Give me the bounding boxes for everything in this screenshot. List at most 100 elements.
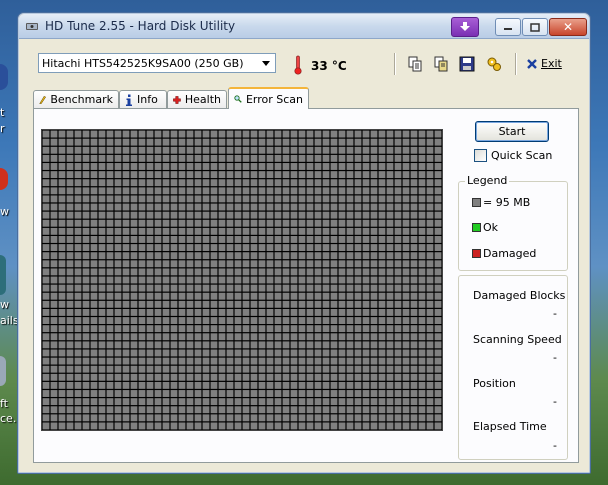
- scan-block: [250, 138, 258, 146]
- scan-block: [234, 300, 242, 308]
- save-button[interactable]: [458, 55, 476, 73]
- scan-block: [410, 390, 418, 397]
- scan-block: [202, 130, 210, 138]
- start-button[interactable]: Start: [475, 121, 549, 142]
- scan-block: [314, 300, 322, 308]
- scan-block: [282, 211, 290, 219]
- app-icon: [26, 23, 38, 30]
- scan-block: [250, 154, 258, 162]
- quick-scan-option[interactable]: Quick Scan: [474, 149, 552, 162]
- scan-block: [362, 260, 370, 268]
- scan-block: [138, 138, 146, 146]
- scan-block: [322, 154, 330, 162]
- scan-block: [130, 268, 138, 276]
- scan-block: [338, 317, 346, 324]
- scan-block: [322, 398, 330, 406]
- scan-block: [138, 130, 146, 138]
- scan-block: [42, 317, 50, 324]
- tab-health[interactable]: Health: [167, 90, 227, 108]
- scan-block: [58, 300, 66, 308]
- scan-block: [114, 398, 122, 406]
- options-button[interactable]: [485, 55, 503, 73]
- scan-block: [274, 414, 282, 422]
- tab-benchmark[interactable]: Benchmark: [33, 90, 119, 108]
- scan-block: [122, 171, 130, 179]
- desktop-icon-green[interactable]: [0, 255, 6, 295]
- scan-block: [98, 398, 106, 406]
- scan-block: [106, 227, 114, 235]
- scan-block: [242, 308, 250, 316]
- desktop-icon-label[interactable]: w: [0, 298, 9, 311]
- scan-block: [178, 390, 186, 397]
- scan-block: [362, 252, 370, 260]
- scan-block: [130, 333, 138, 341]
- scan-block: [282, 187, 290, 195]
- scan-block: [122, 163, 130, 170]
- close-button[interactable]: ✕: [549, 18, 587, 36]
- scan-block: [258, 308, 266, 316]
- scan-block: [146, 398, 154, 406]
- scan-block: [386, 325, 394, 333]
- scan-block: [378, 203, 386, 211]
- scan-block: [154, 276, 162, 284]
- maximize-button[interactable]: [522, 18, 548, 36]
- desktop-icon-label[interactable]: r: [0, 122, 5, 135]
- scan-block: [322, 373, 330, 381]
- tab-error-scan[interactable]: Error Scan: [228, 87, 309, 109]
- scan-block: [58, 203, 66, 211]
- scan-block: [330, 284, 338, 292]
- tab-info[interactable]: Info: [119, 90, 167, 108]
- minimize-button[interactable]: [495, 18, 521, 36]
- scan-block: [274, 138, 282, 146]
- scan-block: [354, 300, 362, 308]
- scan-block: [202, 187, 210, 195]
- scan-block: [402, 268, 410, 276]
- scan-block: [306, 171, 314, 179]
- title-bar[interactable]: HD Tune 2.55 - Hard Disk Utility ✕: [19, 14, 589, 39]
- scan-block: [234, 187, 242, 195]
- desktop-icon-label[interactable]: ft: [0, 397, 8, 410]
- desktop-icon-blue[interactable]: [0, 64, 8, 90]
- benchmark-icon: [39, 95, 46, 104]
- drive-select[interactable]: Hitachi HTS542525K9SA00 (250 GB): [38, 53, 276, 73]
- scan-block: [290, 325, 298, 333]
- scan-block: [354, 130, 362, 138]
- desktop-icon-red[interactable]: [0, 168, 8, 190]
- scan-block: [218, 284, 226, 292]
- copy-text-button[interactable]: [406, 55, 424, 73]
- scan-block: [322, 276, 330, 284]
- scan-block: [402, 179, 410, 187]
- scan-block: [178, 349, 186, 357]
- scan-block: [114, 349, 122, 357]
- desktop-icon-label[interactable]: t: [0, 106, 4, 119]
- chevron-down-icon[interactable]: [259, 56, 273, 70]
- scan-block: [162, 422, 170, 430]
- scan-block: [426, 365, 434, 373]
- desktop-icon-label[interactable]: ails: [0, 314, 19, 327]
- scan-block: [42, 227, 50, 235]
- scan-block: [386, 195, 394, 203]
- scan-block: [402, 317, 410, 324]
- scan-block: [74, 414, 82, 422]
- scan-block: [90, 341, 98, 349]
- desktop-icon-label[interactable]: w: [0, 205, 9, 218]
- scan-block: [338, 195, 346, 203]
- scan-block: [258, 276, 266, 284]
- copy-screenshot-button[interactable]: [432, 55, 450, 73]
- scan-block: [418, 260, 426, 268]
- scan-block: [354, 154, 362, 162]
- scan-block: [242, 219, 250, 227]
- scan-block: [218, 349, 226, 357]
- scan-block: [290, 227, 298, 235]
- scan-block: [234, 292, 242, 300]
- scan-block: [82, 146, 90, 154]
- desktop-icon-gray[interactable]: [0, 356, 6, 386]
- scan-block: [170, 317, 178, 324]
- scan-block: [346, 333, 354, 341]
- scan-block: [138, 244, 146, 252]
- scan-block: [74, 406, 82, 414]
- scan-block: [218, 130, 226, 138]
- quick-scan-checkbox[interactable]: [474, 149, 487, 162]
- download-button[interactable]: [451, 17, 479, 37]
- exit-button[interactable]: Exit: [526, 57, 562, 70]
